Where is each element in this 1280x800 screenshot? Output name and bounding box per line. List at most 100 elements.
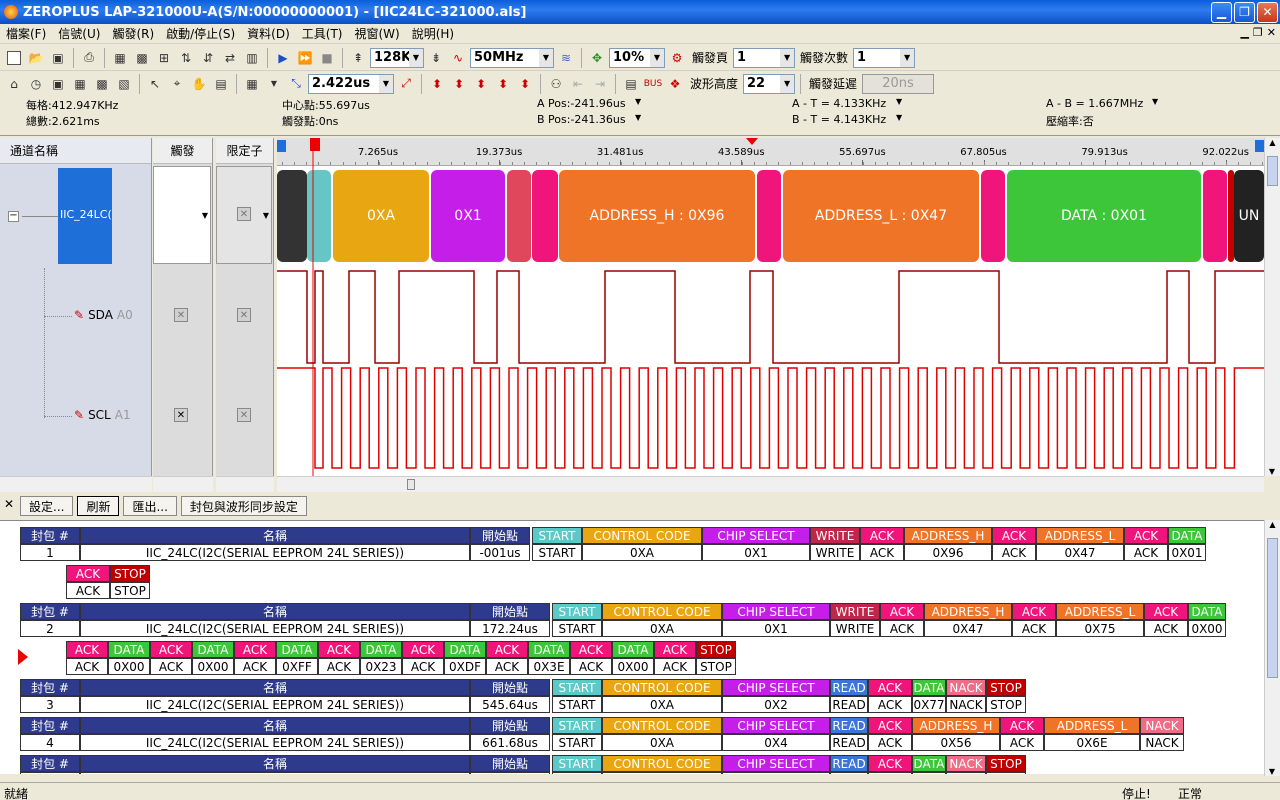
- mdi-minimize-icon[interactable]: ▁: [1240, 26, 1248, 39]
- channel-hscroll[interactable]: [0, 476, 152, 492]
- sync-settings-button[interactable]: 封包與波形同步設定: [180, 496, 307, 516]
- menu-item-1[interactable]: 信號(U): [52, 25, 106, 42]
- tool-a-icon[interactable]: ▦: [110, 48, 130, 68]
- trigger-count-select[interactable]: 1 ▼: [853, 47, 916, 68]
- menu-item-3[interactable]: 啟動/停止(S): [160, 25, 241, 42]
- bar-c-icon[interactable]: ⬍: [471, 74, 491, 94]
- measure-icon[interactable]: ▤: [211, 74, 231, 94]
- bar-add-icon[interactable]: ⬍: [515, 74, 535, 94]
- b-t-dropdown-icon[interactable]: ▼: [896, 113, 902, 122]
- field-header: CONTROL CODE: [582, 527, 702, 544]
- waveform-hscroll[interactable]: [277, 476, 1264, 492]
- b-pos-dropdown-icon[interactable]: ▼: [635, 113, 641, 122]
- a-t-dropdown-icon[interactable]: ▼: [896, 97, 902, 106]
- search-next-icon[interactable]: ⇥: [590, 74, 610, 94]
- trigger-scl-cell[interactable]: ✕: [174, 408, 188, 422]
- menu-item-6[interactable]: 視窗(W): [348, 25, 405, 42]
- maximize-button[interactable]: ❐: [1234, 1, 1255, 23]
- tool-d-icon[interactable]: ⇅: [176, 48, 196, 68]
- chip-b-icon[interactable]: ▩: [92, 74, 112, 94]
- zoom-select[interactable]: 10% ▼: [609, 47, 665, 68]
- bus-channel-label[interactable]: IIC_24LC(I2C(SERIAL EEPROM 24L SERIES)): [58, 168, 112, 264]
- waveform-vscroll[interactable]: ▲ ▼: [1264, 138, 1280, 476]
- wave-height-select[interactable]: 22 ▼: [743, 73, 796, 94]
- tool-g-icon[interactable]: ▥: [242, 48, 262, 68]
- print-icon[interactable]: ⎙: [79, 48, 99, 68]
- waveform-area[interactable]: 7.265us 19.373us 31.481us 43.589us 55.697us 6…: [277, 138, 1264, 476]
- menu-item-7[interactable]: 說明(H): [406, 25, 460, 42]
- trigger-count-label: 觸發次數: [800, 51, 849, 65]
- hand-icon[interactable]: ✋: [189, 74, 209, 94]
- home-icon[interactable]: ⌂: [4, 74, 24, 94]
- menu-item-2[interactable]: 觸發(R): [106, 25, 160, 42]
- menu-item-4[interactable]: 資料(D): [241, 25, 296, 42]
- grid-dropdown-icon[interactable]: ▼: [264, 74, 284, 94]
- mdi-restore-icon[interactable]: ❐: [1253, 26, 1263, 39]
- tool-e-icon[interactable]: ⇵: [198, 48, 218, 68]
- field-header: STOP: [110, 565, 150, 582]
- select-cursor-icon[interactable]: ⌖: [167, 74, 187, 94]
- qualifier-hscroll[interactable]: [216, 476, 274, 492]
- collapse-toggle[interactable]: −: [8, 211, 19, 222]
- field-header: START: [552, 755, 602, 772]
- run-repeat-icon[interactable]: ⏩: [295, 48, 315, 68]
- bar-b-icon[interactable]: ⬍: [449, 74, 469, 94]
- field-header: DATA: [912, 755, 946, 772]
- close-button[interactable]: ✕: [1257, 1, 1278, 23]
- screen-icon[interactable]: ▣: [48, 74, 68, 94]
- search-prev-icon[interactable]: ⇤: [568, 74, 588, 94]
- bar-a-icon[interactable]: ⬍: [427, 74, 447, 94]
- scl-label[interactable]: SCL: [88, 408, 111, 422]
- trigger-bus-cell[interactable]: ▼: [153, 166, 211, 264]
- memory-select[interactable]: 128K ▼: [370, 47, 424, 68]
- a-b-dropdown-icon[interactable]: ▼: [1152, 97, 1158, 106]
- measurement-info: 每格:412.947KHz 總數:2.621ms 中心點:55.697us 觸發…: [0, 96, 1280, 136]
- trigger-page-select[interactable]: 1 ▼: [733, 47, 796, 68]
- save-icon[interactable]: ▣: [48, 48, 68, 68]
- run-icon[interactable]: ▶: [273, 48, 293, 68]
- packet-number-header: 封包 #: [20, 603, 80, 620]
- menu-item-5[interactable]: 工具(T): [296, 25, 349, 42]
- chip-c-icon[interactable]: ▧: [114, 74, 134, 94]
- tool-b-icon[interactable]: ▩: [132, 48, 152, 68]
- trigger-delay-field[interactable]: 20ns: [862, 73, 935, 94]
- menu-item-0[interactable]: 檔案(F): [0, 25, 52, 42]
- time-reset-icon[interactable]: ⤢: [396, 74, 416, 94]
- binoculars-icon[interactable]: ⚇: [546, 74, 566, 94]
- bus-decode-icon[interactable]: ❖: [665, 74, 685, 94]
- field-header: ACK: [860, 527, 904, 544]
- pointer-icon[interactable]: ↖: [145, 74, 165, 94]
- stop-icon[interactable]: ■: [317, 48, 337, 68]
- clock-config-icon[interactable]: ≋: [556, 48, 576, 68]
- minimize-button[interactable]: ▁: [1211, 1, 1232, 23]
- trigger-sda-cell[interactable]: ✕: [174, 308, 188, 322]
- new-file-icon[interactable]: [4, 48, 24, 68]
- bus-icon[interactable]: BUS: [643, 74, 663, 94]
- a-pos-dropdown-icon[interactable]: ▼: [635, 97, 641, 106]
- tool-c-icon[interactable]: ⊞: [154, 48, 174, 68]
- qualifier-sda-cell[interactable]: ✕: [237, 308, 251, 322]
- qualifier-bus-cell[interactable]: ✕ ▼: [216, 166, 272, 264]
- trigger-hscroll[interactable]: [153, 476, 213, 492]
- clock-select[interactable]: 50MHz ▼: [470, 47, 554, 68]
- current-packet-arrow-icon: [18, 649, 28, 665]
- export-button[interactable]: 匯出...: [123, 496, 177, 516]
- field-value: 0X1: [702, 544, 810, 561]
- packet-vscroll[interactable]: ▲ ▼: [1264, 520, 1280, 776]
- chip-a-icon[interactable]: ▦: [70, 74, 90, 94]
- sda-label[interactable]: SDA: [88, 308, 113, 322]
- mdi-close-icon[interactable]: ✕: [1267, 26, 1276, 39]
- settings-button[interactable]: 設定...: [20, 496, 74, 516]
- refresh-button[interactable]: 刷新: [77, 496, 120, 516]
- grid-icon[interactable]: ▦: [242, 74, 262, 94]
- calc-icon[interactable]: ▤: [621, 74, 641, 94]
- tool-f-icon[interactable]: ⇄: [220, 48, 240, 68]
- open-folder-icon[interactable]: 📂: [26, 48, 46, 68]
- time-div-select[interactable]: 2.422us ▼: [308, 73, 394, 94]
- memory-config-icon[interactable]: ⇟: [426, 48, 446, 68]
- bar-t-icon[interactable]: ⬍: [493, 74, 513, 94]
- packet-name: [80, 772, 470, 774]
- app-icon: [4, 5, 18, 19]
- qualifier-scl-cell[interactable]: ✕: [237, 408, 251, 422]
- clock-face-icon[interactable]: ◷: [26, 74, 46, 94]
